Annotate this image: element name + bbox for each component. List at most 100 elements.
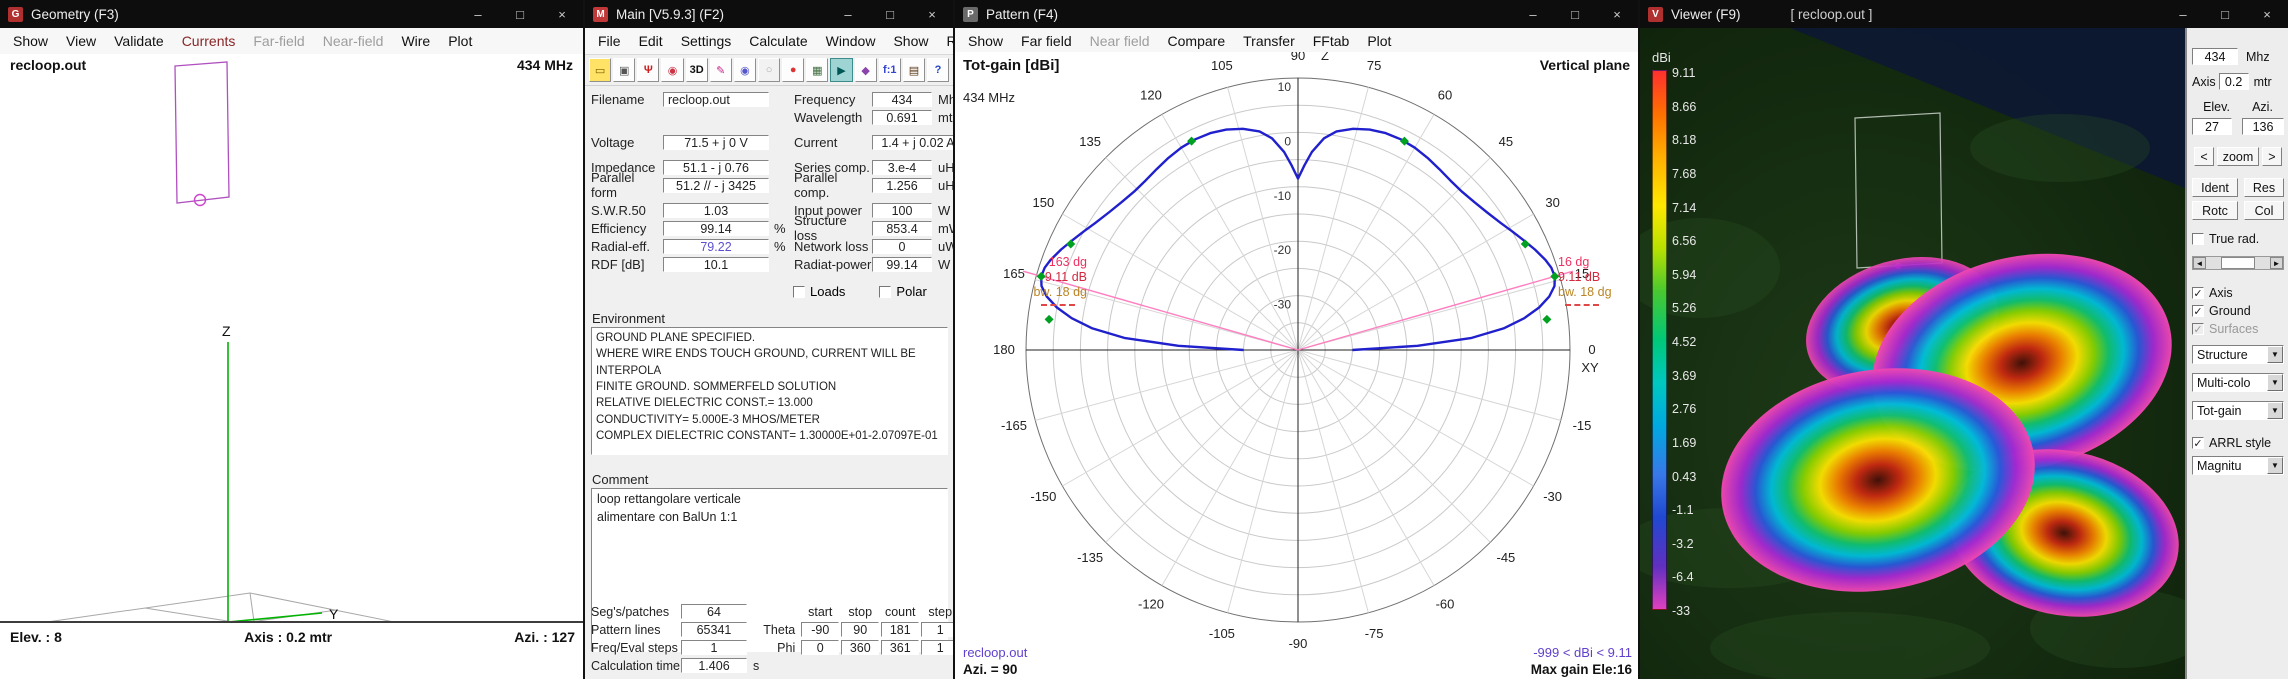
menu-item-fftab[interactable]: FFtab xyxy=(1304,30,1359,52)
menu-item-compare[interactable]: Compare xyxy=(1159,30,1235,52)
run-calc-icon[interactable]: ▶ xyxy=(830,58,852,82)
matching-icon[interactable]: ▦ xyxy=(806,58,828,82)
magnitude-dropdown[interactable]: Magnitu ▼ xyxy=(2192,456,2284,475)
edit-file-icon[interactable]: ✎ xyxy=(710,58,732,82)
menu-item-currents[interactable]: Currents xyxy=(173,30,245,52)
menu-item-settings[interactable]: Settings xyxy=(672,30,741,52)
minimize-icon[interactable]: – xyxy=(827,0,869,28)
3d-view-icon[interactable]: 3D xyxy=(686,58,708,82)
sweep-value-field[interactable]: 360 xyxy=(841,640,879,655)
tot-gain-dropdown[interactable]: Tot-gain▼ xyxy=(2192,401,2284,420)
zoom-out-button[interactable]: < xyxy=(2194,147,2213,166)
azimuth-field[interactable]: 136 xyxy=(2242,118,2284,135)
zoom-in-button[interactable]: > xyxy=(2262,147,2281,166)
minimize-icon[interactable]: – xyxy=(1512,0,1554,28)
rotation-scrollbar[interactable]: ◄ ► xyxy=(2192,256,2284,270)
menu-item-edit[interactable]: Edit xyxy=(630,30,672,52)
sweep-value-field[interactable]: 181 xyxy=(881,622,919,637)
maximize-icon[interactable]: □ xyxy=(1554,0,1596,28)
geometry-canvas[interactable]: recloop.out 434 MHz Z Y xyxy=(0,54,585,650)
sweep-value-field[interactable]: 0 xyxy=(801,640,839,655)
minimize-icon[interactable]: – xyxy=(2162,0,2204,28)
viewer-title-bar[interactable]: V Viewer (F9) [ recloop.out ] – □ × xyxy=(1640,0,2288,28)
filename-field[interactable]: recloop.out xyxy=(663,92,769,107)
menu-item-calculate[interactable]: Calculate xyxy=(740,30,816,52)
scroll-right-icon[interactable]: ► xyxy=(2270,257,2283,269)
series-comp--field[interactable]: 3.e-4 xyxy=(872,160,932,175)
menu-item-show[interactable]: Show xyxy=(959,30,1012,52)
scrollbar-thumb[interactable] xyxy=(2221,257,2255,269)
structure-loss-field[interactable]: 853.4 xyxy=(872,221,932,236)
radiat-power-field[interactable]: 99.14 xyxy=(872,257,932,272)
pattern-title-bar[interactable]: P Pattern (F4) – □ × xyxy=(955,0,1638,28)
maximize-icon[interactable]: □ xyxy=(499,0,541,28)
close-icon[interactable]: × xyxy=(2246,0,2288,28)
voltage-field[interactable]: 71.5 + j 0 V xyxy=(663,135,769,150)
parallel-comp--field[interactable]: 1.256 xyxy=(872,178,932,193)
menu-item-plot[interactable]: Plot xyxy=(439,30,481,52)
sweep-value-field[interactable]: 361 xyxy=(881,640,919,655)
menu-item-view[interactable]: View xyxy=(57,30,105,52)
parallel-form-field[interactable]: 51.2 // - j 3425 xyxy=(663,178,769,193)
viewer-frequency-field[interactable]: 434 xyxy=(2192,48,2238,65)
close-icon[interactable]: × xyxy=(1596,0,1638,28)
multi-colo-dropdown[interactable]: Multi-colo▼ xyxy=(2192,373,2284,392)
col-button[interactable]: Col xyxy=(2244,201,2284,220)
menu-item-validate[interactable]: Validate xyxy=(105,30,173,52)
menu-item-far-field[interactable]: Far field xyxy=(1012,30,1081,52)
menu-item-run[interactable]: Run xyxy=(937,30,955,52)
sweep-value-field[interactable]: -90 xyxy=(801,622,839,637)
maximize-icon[interactable]: □ xyxy=(869,0,911,28)
maximize-icon[interactable]: □ xyxy=(2204,0,2246,28)
near-field-icon[interactable]: ○ xyxy=(758,58,780,82)
geometry-icon[interactable]: ◉ xyxy=(734,58,756,82)
input-power-field[interactable]: 100 xyxy=(872,203,932,218)
loads-checkbox[interactable] xyxy=(793,286,805,298)
rotc-button[interactable]: Rotc xyxy=(2192,201,2238,220)
stop-icon[interactable]: ● xyxy=(782,58,804,82)
menu-item-window[interactable]: Window xyxy=(817,30,885,52)
viewer-3d-scene[interactable]: dBi 9.118.668.187.687.146.565.945.264.52… xyxy=(1640,28,2185,679)
wavelength-field[interactable]: 0.691 xyxy=(872,110,932,125)
help-icon[interactable]: ? xyxy=(927,58,949,82)
res-button[interactable]: Res xyxy=(2244,178,2284,197)
main-title-bar[interactable]: M Main [V5.9.3] (F2) – □ × xyxy=(585,0,953,28)
efficiency-field[interactable]: 99.14 xyxy=(663,221,769,236)
menu-item-transfer[interactable]: Transfer xyxy=(1234,30,1304,52)
smith-chart-icon[interactable]: ◆ xyxy=(855,58,877,82)
far-field-pattern-icon[interactable]: ◉ xyxy=(661,58,683,82)
zoom-label[interactable]: zoom xyxy=(2217,147,2260,166)
menu-item-wire[interactable]: Wire xyxy=(392,30,439,52)
close-icon[interactable]: × xyxy=(911,0,953,28)
s-w-r-50-field[interactable]: 1.03 xyxy=(663,203,769,218)
rdf-db--field[interactable]: 10.1 xyxy=(663,257,769,272)
menu-item-file[interactable]: File xyxy=(589,30,630,52)
structure-dropdown[interactable]: Structure▼ xyxy=(2192,345,2284,364)
axis-checkbox[interactable]: ✓ xyxy=(2192,287,2204,299)
copy-window-icon[interactable]: ▣ xyxy=(613,58,635,82)
scroll-left-icon[interactable]: ◄ xyxy=(2193,257,2206,269)
ground-checkbox[interactable]: ✓ xyxy=(2192,305,2204,317)
sweep-value-field[interactable]: 90 xyxy=(841,622,879,637)
menu-item-show[interactable]: Show xyxy=(884,30,937,52)
arrl-style-checkbox[interactable]: ✓ xyxy=(2192,437,2204,449)
frequency-field[interactable]: 434 xyxy=(872,92,932,107)
geometry-title-bar[interactable]: G Geometry (F3) – □ × xyxy=(0,0,583,28)
scale-icon[interactable]: f:1 xyxy=(879,58,901,82)
close-icon[interactable]: × xyxy=(541,0,583,28)
radial-eff--field[interactable]: 79.22 xyxy=(663,239,769,254)
menu-item-plot[interactable]: Plot xyxy=(1358,30,1400,52)
elevation-field[interactable]: 27 xyxy=(2192,118,2232,135)
notebook-icon[interactable]: ▤ xyxy=(903,58,925,82)
true-rad-checkbox[interactable] xyxy=(2192,233,2204,245)
antenna-icon[interactable]: Ψ xyxy=(637,58,659,82)
current-field[interactable]: 1.4 + j 0.02 A xyxy=(872,135,955,150)
open-file-icon[interactable]: ▭ xyxy=(589,58,611,82)
sweep-value-field[interactable]: 1 xyxy=(921,640,955,655)
minimize-icon[interactable]: – xyxy=(457,0,499,28)
impedance-field[interactable]: 51.1 - j 0.76 xyxy=(663,160,769,175)
ident-button[interactable]: Ident xyxy=(2192,178,2238,197)
polar-checkbox[interactable] xyxy=(879,286,891,298)
network-loss-field[interactable]: 0 xyxy=(872,239,932,254)
axis-length-field[interactable]: 0.2 xyxy=(2219,73,2249,90)
